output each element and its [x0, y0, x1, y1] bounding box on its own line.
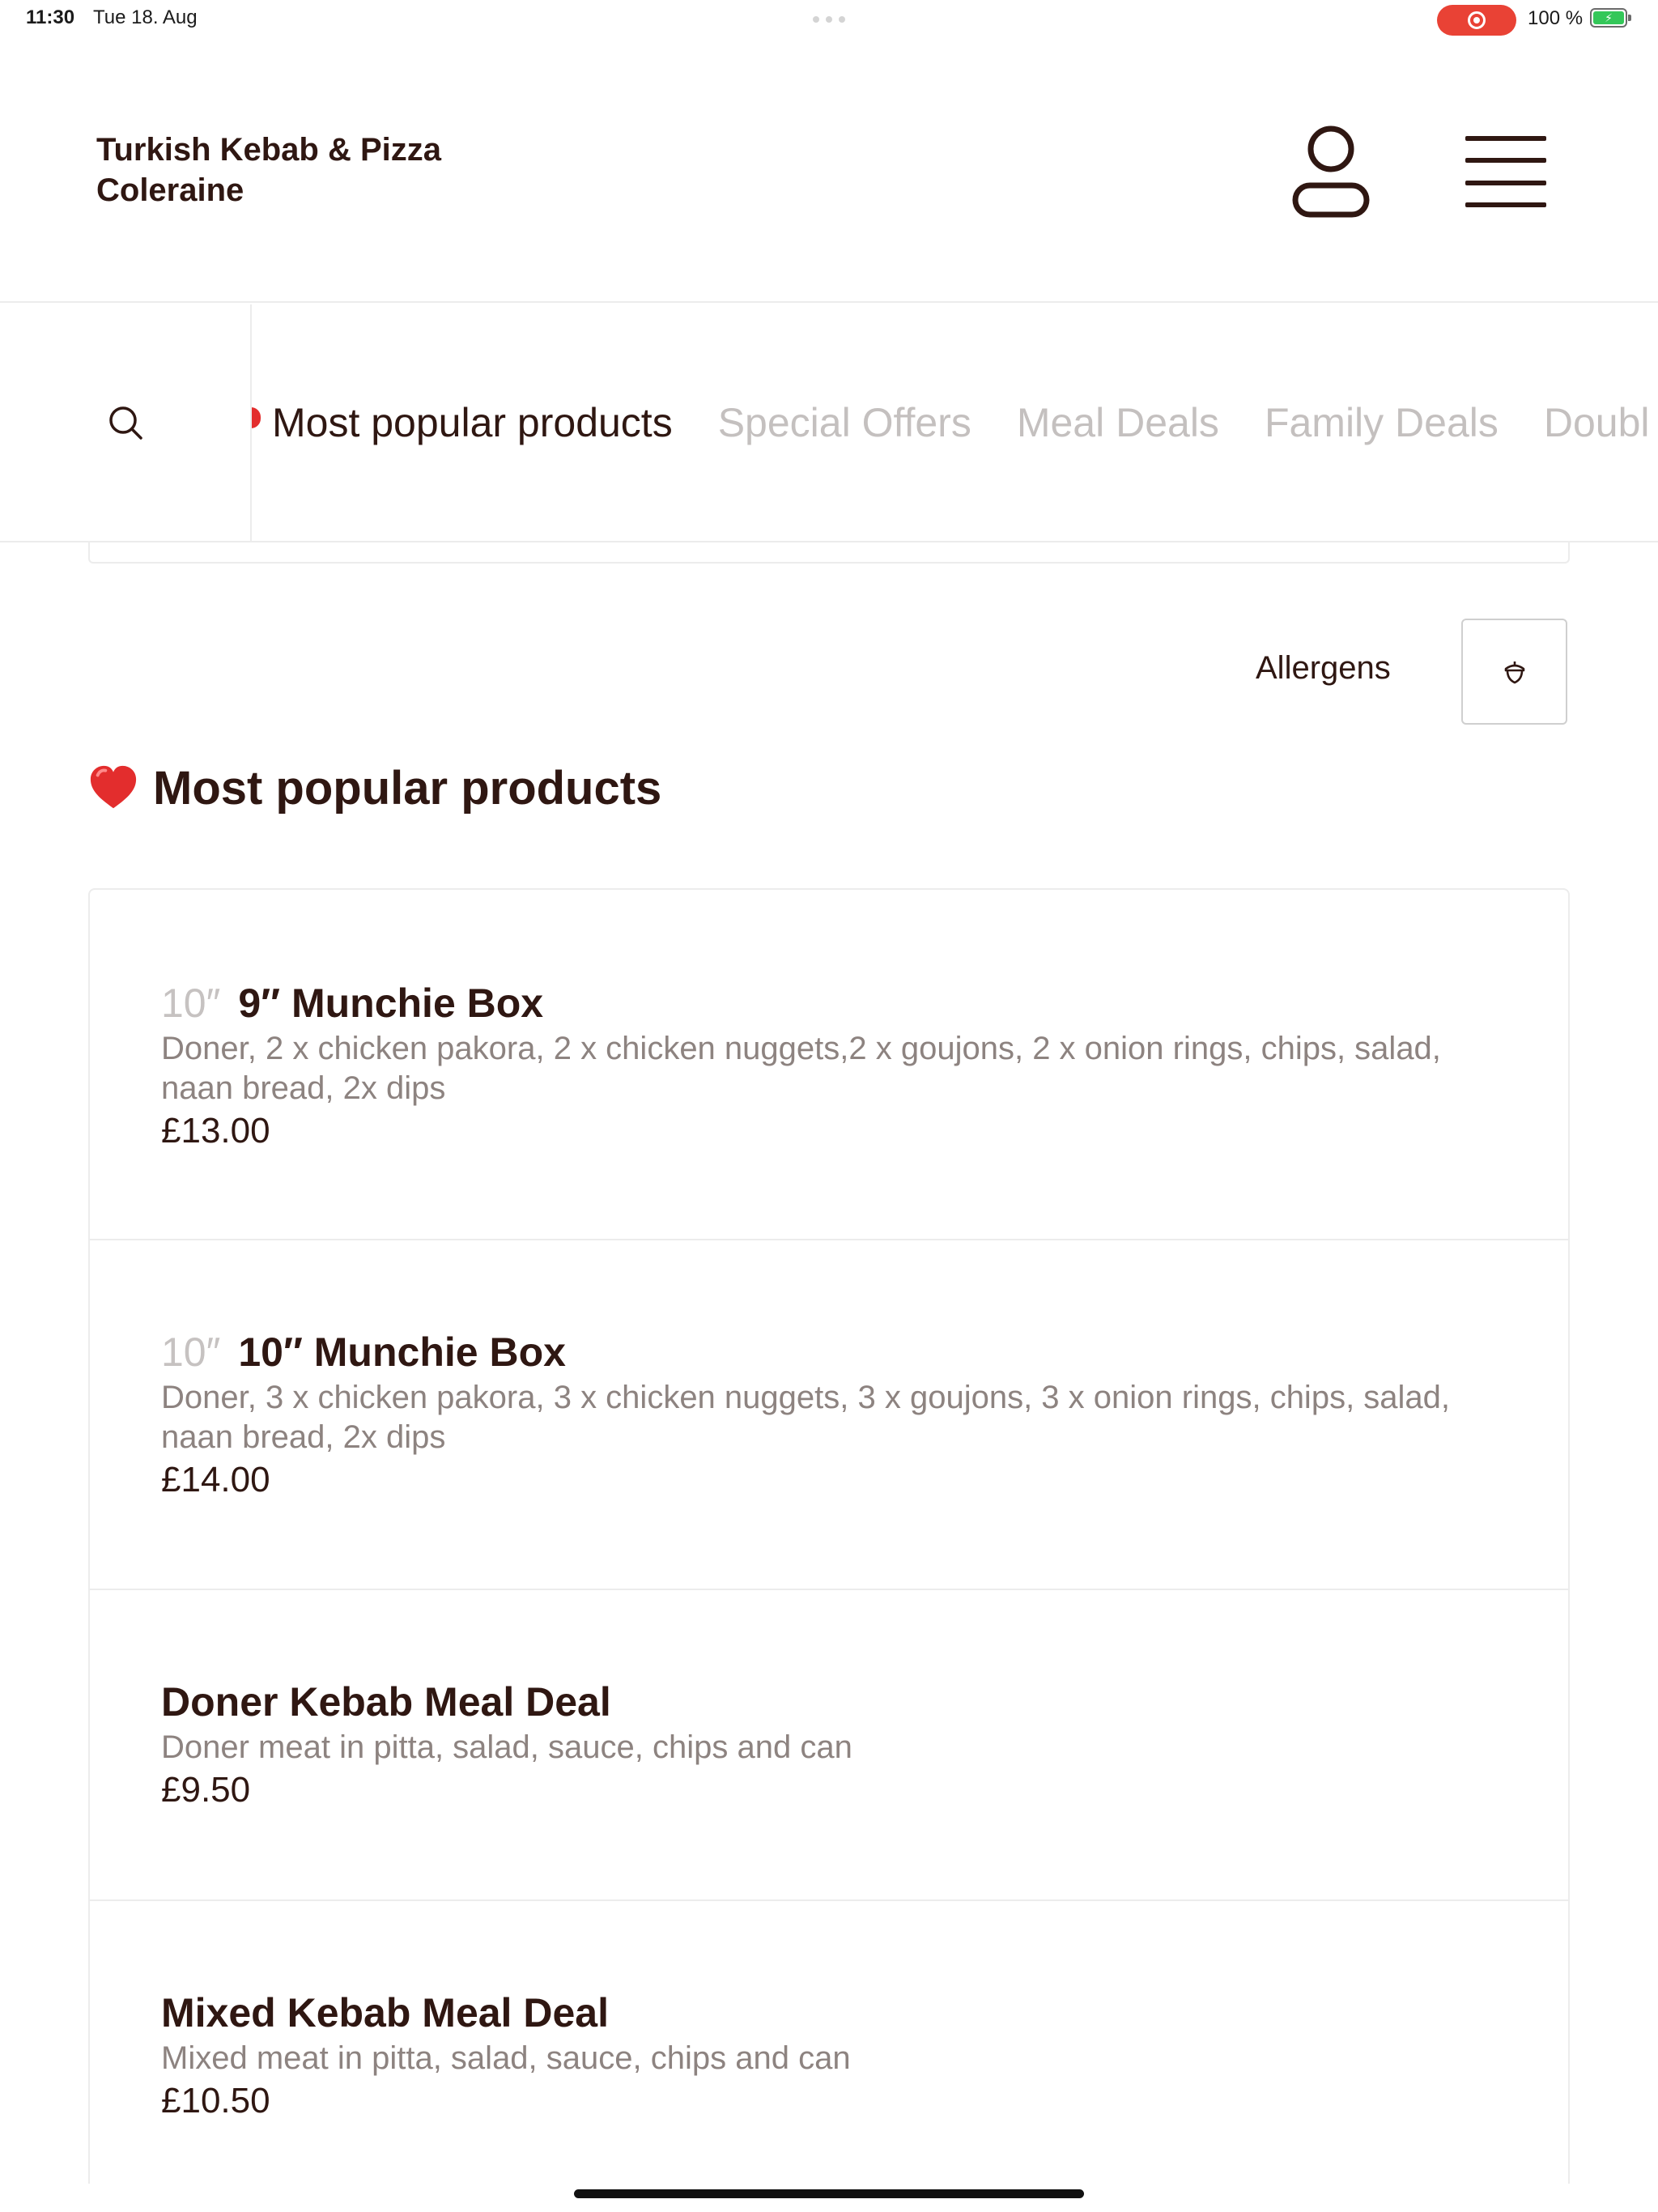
heart-icon: [90, 765, 137, 809]
restaurant-name-line1: Turkish Kebab & Pizza: [96, 132, 442, 168]
status-bar: 11:30 Tue 18. Aug 100 % ⚡: [0, 0, 1658, 39]
product-price: £9.50: [161, 1770, 251, 1810]
product-item[interactable]: Doner Kebab Meal Deal Doner meat in pitt…: [90, 1590, 1568, 1901]
section-title: Most popular products: [153, 761, 662, 815]
restaurant-name-line2: Coleraine: [96, 172, 244, 208]
product-item[interactable]: Mixed Kebab Meal Deal Mixed meat in pitt…: [90, 1901, 1568, 2184]
tab-meal-deals[interactable]: Meal Deals: [1017, 399, 1219, 446]
category-nav: Most popular products Special Offers Mea…: [0, 304, 1658, 542]
product-name: Doner Kebab Meal Deal: [161, 1679, 611, 1725]
allergens-button[interactable]: [1461, 619, 1567, 725]
home-indicator[interactable]: [574, 2189, 1084, 2198]
product-name: 10″ Munchie Box: [238, 1329, 566, 1375]
tab-family-deals[interactable]: Family Deals: [1265, 399, 1499, 446]
multitasking-dots[interactable]: [813, 16, 845, 23]
product-price: £14.00: [161, 1460, 270, 1499]
product-list: 10″ 9″ Munchie Box Doner, 2 x chicken pak…: [88, 888, 1570, 2184]
product-description: Doner, 3 x chicken pakora, 3 x chicken n…: [161, 1380, 1451, 1455]
tab-special-offers[interactable]: Special Offers: [718, 399, 971, 446]
battery-percentage: 100 %: [1528, 7, 1584, 29]
status-date: Tue 18. Aug: [93, 6, 198, 28]
status-time: 11:30: [26, 6, 75, 28]
search-button[interactable]: [0, 304, 252, 541]
product-description: Doner, 2 x chicken pakora, 2 x chicken n…: [161, 1031, 1441, 1106]
hamburger-menu-button[interactable]: [1465, 136, 1546, 207]
user-icon[interactable]: [1290, 125, 1371, 219]
product-description: Mixed meat in pitta, salad, sauce, chips…: [161, 2040, 851, 2076]
tab-doubles[interactable]: Doubl: [1544, 399, 1650, 446]
product-item[interactable]: 10″ 9″ Munchie Box Doner, 2 x chicken pak…: [90, 890, 1568, 1240]
product-description: Doner meat in pitta, salad, sauce, chips…: [161, 1729, 852, 1765]
product-name: Mixed Kebab Meal Deal: [161, 1990, 609, 2035]
site-header: Turkish Kebab & Pizza Coleraine: [0, 39, 1658, 303]
section-heading: Most popular products: [88, 759, 661, 816]
screen-recording-indicator[interactable]: [1437, 5, 1516, 36]
battery-icon: ⚡: [1590, 8, 1631, 28]
hamburger-icon: [1465, 136, 1546, 141]
product-price: £10.50: [161, 2081, 270, 2121]
product-size: 10″: [161, 981, 221, 1026]
product-name: 9″ Munchie Box: [238, 981, 544, 1026]
product-title: 10″ 9″ Munchie Box: [161, 979, 1471, 1027]
acorn-icon: [1504, 661, 1524, 683]
tab-most-popular-products[interactable]: Most popular products: [272, 399, 673, 446]
product-item[interactable]: 10″ 10″ Munchie Box Doner, 3 x chicken pa…: [90, 1240, 1568, 1590]
category-tabs: Most popular products Special Offers Mea…: [252, 304, 1658, 541]
search-icon: [108, 406, 142, 440]
product-price: £13.00: [161, 1111, 270, 1151]
restaurant-name[interactable]: Turkish Kebab & Pizza Coleraine: [96, 130, 441, 211]
product-title: 10″ 10″ Munchie Box: [161, 1328, 1471, 1376]
battery-charging-icon: ⚡: [1593, 11, 1624, 24]
allergens-label[interactable]: Allergens: [1256, 650, 1391, 687]
info-card-bottom-edge: [88, 542, 1570, 564]
record-icon: [1468, 11, 1486, 29]
product-size: 10″: [161, 1329, 221, 1375]
